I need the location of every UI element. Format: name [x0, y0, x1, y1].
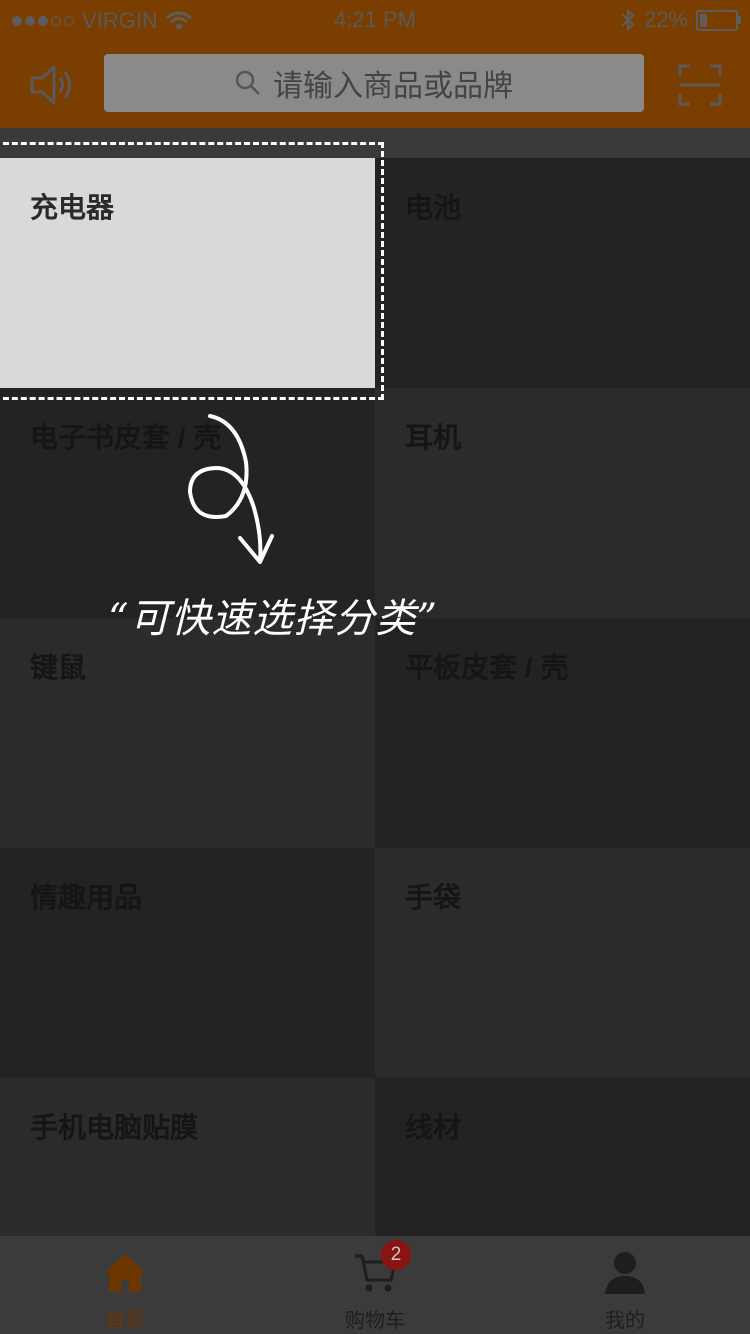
speaker-icon[interactable] [28, 62, 76, 108]
tab-profile[interactable]: 我的 [500, 1236, 750, 1334]
scan-icon[interactable] [678, 64, 722, 106]
category-label: 键鼠 [30, 652, 87, 683]
category-label: 平板皮套 / 壳 [405, 652, 569, 683]
category-label: 耳机 [405, 422, 462, 453]
bottom-tab-bar: 首页 2 购物车 我的 [0, 1236, 750, 1334]
tab-label: 我的 [605, 1310, 645, 1332]
category-label: 手袋 [405, 882, 462, 913]
category-item-tablet-case[interactable]: 平板皮套 / 壳 [375, 618, 750, 848]
category-label: 情趣用品 [30, 882, 143, 913]
home-icon [105, 1254, 145, 1292]
user-icon [605, 1252, 645, 1294]
category-item-adult[interactable]: 情趣用品 [0, 848, 375, 1078]
search-placeholder: 请输入商品或品牌 [273, 70, 513, 103]
annotation-arrow-icon [187, 414, 274, 564]
status-bar-right: 22% [620, 7, 741, 33]
category-item-keyboard-mouse[interactable]: 键鼠 [0, 618, 375, 848]
category-label: 线材 [405, 1112, 462, 1143]
bluetooth-icon [621, 8, 635, 32]
tab-label: 购物车 [345, 1310, 405, 1332]
category-item-battery[interactable]: 电池 [375, 158, 750, 388]
search-input[interactable]: 请输入商品或品牌 [104, 54, 644, 112]
tab-home[interactable]: 首页 [0, 1236, 250, 1334]
category-item-earphones[interactable]: 耳机 [375, 388, 750, 618]
status-bar: VIRGIN 4:21 PM 22% [0, 0, 750, 40]
category-label: 手机电脑贴膜 [30, 1112, 199, 1143]
cart-badge: 2 [381, 1240, 411, 1270]
battery-percent: 22% [643, 7, 688, 32]
tab-label: 首页 [105, 1310, 145, 1332]
category-label: 电池 [405, 192, 462, 223]
annotation-text: “可快速选择分类” [108, 596, 438, 642]
search-icon [235, 70, 260, 95]
top-header: 请输入商品或品牌 [0, 40, 750, 128]
tab-cart[interactable]: 2 购物车 [250, 1236, 500, 1334]
category-item-handbag[interactable]: 手袋 [375, 848, 750, 1078]
battery-icon [696, 9, 741, 31]
highlight-frame [0, 142, 384, 400]
